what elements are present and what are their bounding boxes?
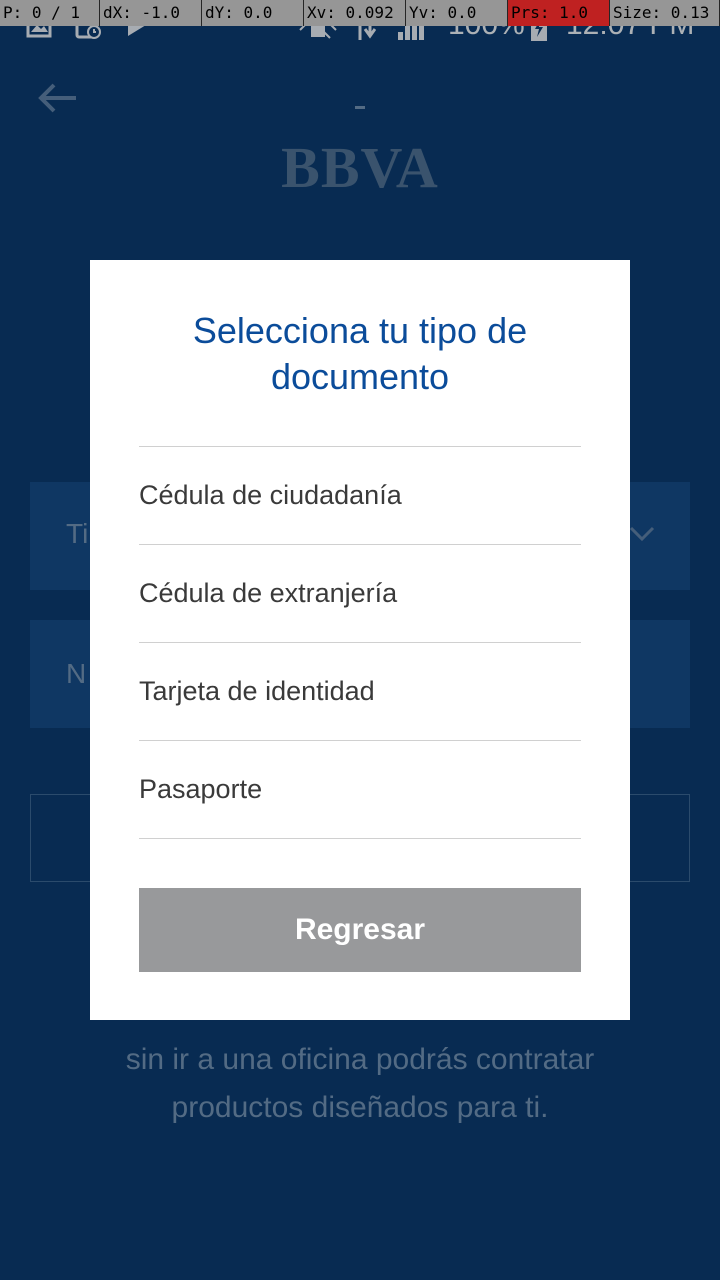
document-type-list: Cédula de ciudadanía Cédula de extranjer… [139,446,581,839]
option-cedula-ciudadania[interactable]: Cédula de ciudadanía [139,447,581,545]
dialog-title: Selecciona tu tipo de documento [192,310,528,397]
option-cedula-extranjeria[interactable]: Cédula de extranjería [139,545,581,643]
option-tarjeta-identidad[interactable]: Tarjeta de identidad [139,643,581,741]
document-type-dialog: Selecciona tu tipo de documento Cédula d… [90,260,630,1020]
option-pasaporte[interactable]: Pasaporte [139,741,581,839]
regresar-button[interactable]: Regresar [139,888,581,972]
